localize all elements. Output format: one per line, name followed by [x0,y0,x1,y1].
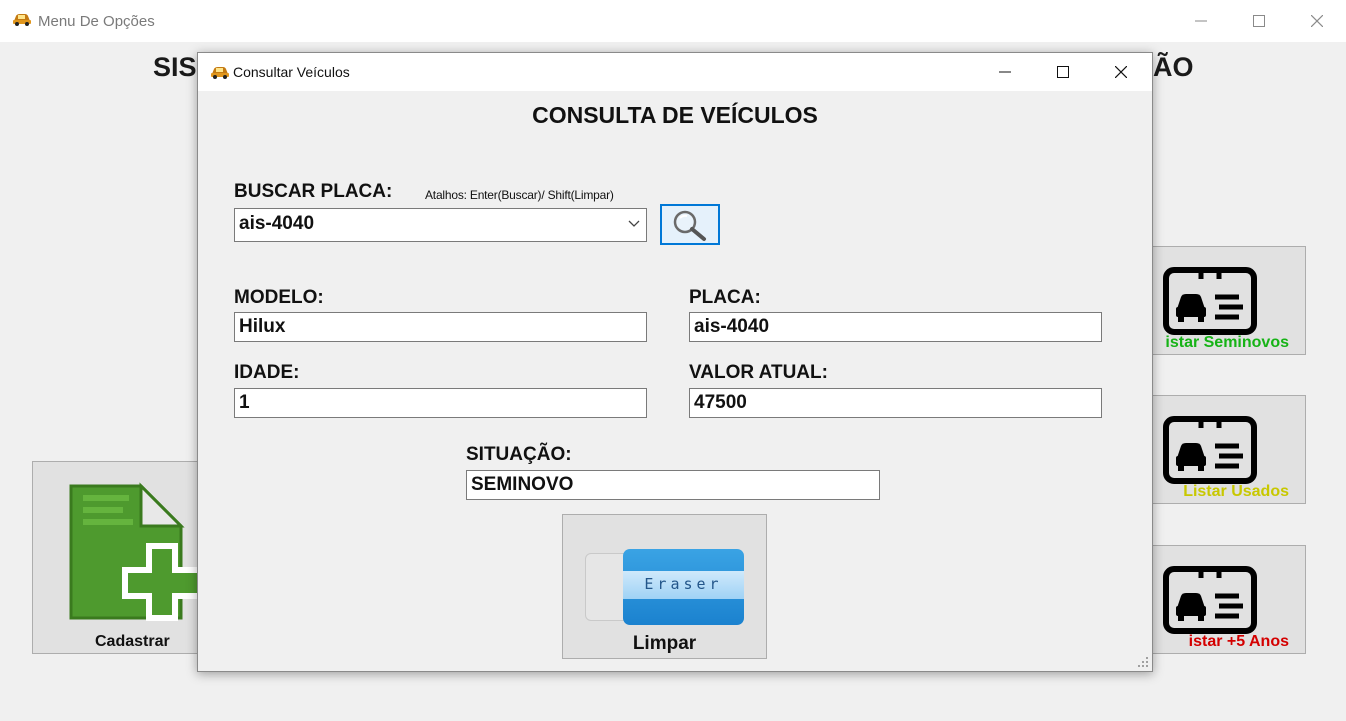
close-button[interactable] [1294,0,1340,42]
minimize-icon [1195,20,1207,22]
valor-atual-field[interactable]: 47500 [689,388,1102,418]
cadastrar-label: Cadastrar [95,633,170,650]
situacao-label: SITUAÇÃO: [466,444,572,465]
dialog-title: Consultar Veículos [233,64,350,80]
valor-atual-label: VALOR ATUAL: [689,362,828,383]
vehicle-card-icon [1163,416,1257,484]
placa-label: PLACA: [689,287,761,308]
limpar-button[interactable]: Eraser Limpar [562,514,767,659]
listar-cinco-anos-label: istar +5 Anos [1188,633,1289,650]
eraser-icon-text: Eraser [644,575,723,593]
listar-usados-label: Listar Usados [1183,483,1289,500]
dialog-minimize-button[interactable] [982,53,1028,91]
vehicle-card-icon [1163,267,1257,335]
vehicle-card-icon [1163,566,1257,634]
dialog-maximize-button[interactable] [1040,53,1086,91]
modelo-label: MODELO: [234,287,324,308]
dialog-heading: CONSULTA DE VEÍCULOS [532,102,818,128]
window-title: Menu De Opções [38,13,155,30]
dialog-close-button[interactable] [1098,53,1144,91]
idade-field[interactable]: 1 [234,388,647,418]
shortcuts-hint: Atalhos: Enter(Buscar)/ Shift(Limpar) [425,188,614,202]
maximize-button[interactable] [1236,0,1282,42]
close-icon [1311,15,1323,27]
placa-field[interactable]: ais-4040 [689,312,1102,342]
listar-cinco-anos-button[interactable]: istar +5 Anos [1132,545,1306,654]
add-document-icon [69,482,213,621]
limpar-label: Limpar [632,633,697,654]
magnifier-icon [673,210,706,241]
listar-usados-button[interactable]: Listar Usados [1132,395,1306,504]
listar-seminovos-button[interactable]: istar Seminovos [1132,246,1306,355]
idade-label: IDADE: [234,362,300,383]
car-app-icon [13,14,31,26]
buscar-placa-combobox[interactable]: ais-4040 [234,208,647,242]
resize-grip-icon[interactable] [1138,657,1148,667]
modelo-field[interactable]: Hilux [234,312,647,342]
maximize-icon [1057,66,1069,78]
dialog-titlebar: Consultar Veículos [198,53,1152,91]
main-heading-left: SIS [153,52,197,82]
minimize-button[interactable] [1178,0,1224,42]
cadastrar-button[interactable]: Cadastrar [32,461,213,654]
search-button[interactable] [660,204,720,245]
eraser-icon: Eraser [623,549,744,625]
listar-seminovos-label: istar Seminovos [1165,334,1289,351]
main-titlebar: Menu De Opções [0,0,1346,42]
maximize-icon [1253,15,1265,27]
combobox-value: ais-4040 [239,213,315,234]
main-heading-right: ÃO [1153,52,1194,82]
situacao-field[interactable]: SEMINOVO [466,470,880,500]
consultar-veiculos-dialog: Consultar Veículos CONSULTA DE VEÍCULOS … [197,52,1153,672]
car-app-icon [211,67,229,79]
buscar-placa-label: BUSCAR PLACA: [234,181,393,202]
close-icon [1115,66,1127,78]
minimize-icon [999,71,1011,73]
chevron-down-icon[interactable] [628,220,640,228]
